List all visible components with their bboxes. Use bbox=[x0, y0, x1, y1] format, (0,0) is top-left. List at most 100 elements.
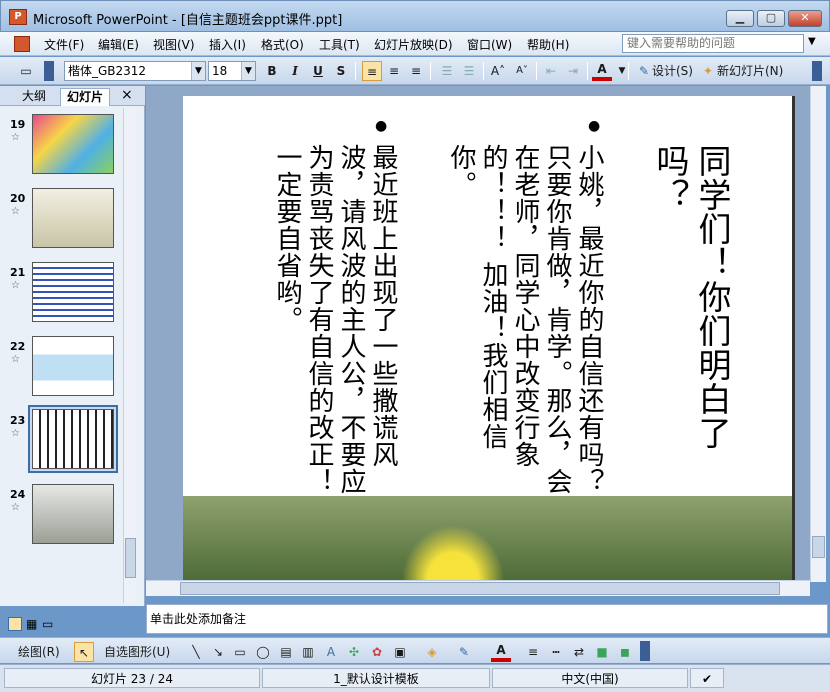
arrow-icon[interactable]: ↘ bbox=[208, 642, 228, 662]
increase-indent-icon[interactable]: ⇥ bbox=[563, 61, 583, 81]
numbering-icon[interactable]: ☰ bbox=[437, 61, 457, 81]
bullets-icon[interactable]: ☰ bbox=[459, 61, 479, 81]
view-buttons: ▦ ▭ bbox=[8, 617, 138, 633]
underline-button[interactable]: U bbox=[308, 61, 328, 81]
font-select[interactable]: 楷体_GB2312 ▼ bbox=[64, 61, 206, 81]
increase-font-icon[interactable]: A˄ bbox=[488, 61, 508, 81]
line-color-icon[interactable]: ✎ bbox=[454, 642, 474, 662]
horizontal-scrollbar[interactable] bbox=[146, 580, 810, 596]
current-slide[interactable]: 同学们！你们明白了吗？ ● 小姚，最近你的自信还有吗？只要你肯做，肯学。那么，会… bbox=[183, 96, 795, 582]
slide-number: 24 bbox=[10, 488, 26, 501]
chevron-down-icon[interactable]: ▼ bbox=[241, 62, 255, 80]
textbox-icon[interactable]: ▤ bbox=[276, 642, 296, 662]
dash-style-icon[interactable]: ┅ bbox=[546, 642, 566, 662]
slide-thumbnail-23[interactable] bbox=[32, 409, 114, 469]
chevron-down-icon[interactable]: ▼ bbox=[612, 61, 632, 81]
slide-number: 19 bbox=[10, 118, 26, 131]
decrease-font-icon[interactable]: A˅ bbox=[512, 61, 532, 81]
slide-thumbnail-22[interactable] bbox=[32, 336, 114, 396]
spelling-check-icon[interactable]: ✔ bbox=[690, 668, 724, 688]
new-document-icon[interactable]: ▭ bbox=[16, 61, 36, 81]
horizontal-scroll-thumb[interactable] bbox=[180, 582, 780, 595]
3d-style-icon[interactable]: ◼ bbox=[615, 642, 635, 662]
decrease-indent-icon[interactable]: ⇤ bbox=[541, 61, 561, 81]
slideshow-view-icon[interactable]: ▭ bbox=[42, 617, 53, 631]
bold-button[interactable]: B bbox=[262, 61, 282, 81]
menu-view[interactable]: 视图(V) bbox=[153, 36, 195, 53]
clipart-icon[interactable]: ✿ bbox=[367, 642, 387, 662]
help-dropdown-icon[interactable]: ▼ bbox=[808, 36, 816, 47]
minimize-button[interactable]: ▁ bbox=[726, 10, 754, 27]
powerpoint-app-icon[interactable]: P bbox=[9, 9, 27, 25]
close-button[interactable]: ✕ bbox=[788, 10, 822, 27]
slide-thumbnail-24[interactable] bbox=[32, 484, 114, 544]
menu-window[interactable]: 窗口(W) bbox=[467, 36, 512, 53]
shadow-style-icon[interactable]: ■ bbox=[592, 642, 612, 662]
draw-menu-button[interactable]: 绘图(R) bbox=[18, 642, 60, 662]
panel-tabs: 大纲 幻灯片 × bbox=[0, 86, 145, 106]
slide-thumbnail-20[interactable] bbox=[32, 188, 114, 248]
toolbar-separator bbox=[483, 62, 484, 80]
slide-bullet-2[interactable]: 最近班上出现了一些撒谎风波，请风波的主人公，不要应为责骂丧失了有自信的改正！一定… bbox=[271, 144, 399, 496]
toolbar-separator bbox=[587, 62, 588, 80]
slide-sorter-icon[interactable]: ▦ bbox=[26, 617, 37, 631]
line-style-icon[interactable]: ≡ bbox=[523, 642, 543, 662]
chevron-down-icon[interactable]: ▼ bbox=[191, 62, 205, 80]
align-right-button[interactable]: ≡ bbox=[406, 61, 426, 81]
italic-button[interactable]: I bbox=[285, 61, 305, 81]
help-search-input[interactable]: 键入需要帮助的问题 bbox=[622, 34, 804, 53]
slide-edit-area[interactable]: 同学们！你们明白了吗？ ● 小姚，最近你的自信还有吗？只要你肯做，肯学。那么，会… bbox=[146, 86, 810, 582]
menu-file[interactable]: 文件(F) bbox=[44, 36, 84, 53]
new-slide-button[interactable]: 新幻灯片(N) bbox=[717, 61, 783, 81]
arrow-style-icon[interactable]: ⇄ bbox=[569, 642, 589, 662]
autoshapes-button[interactable]: 自选图形(U) bbox=[104, 642, 170, 662]
maximize-button[interactable]: ▢ bbox=[757, 10, 785, 27]
toolbar-options-icon[interactable] bbox=[640, 641, 650, 661]
draw-font-color-button[interactable]: A bbox=[491, 642, 511, 662]
fill-color-icon[interactable]: ◈ bbox=[422, 642, 442, 662]
menu-format[interactable]: 格式(O) bbox=[261, 36, 304, 53]
tab-outline[interactable]: 大纲 bbox=[16, 88, 52, 106]
slide-title[interactable]: 同学们！你们明白了吗？ bbox=[649, 144, 733, 474]
slide-thumbnail-19[interactable] bbox=[32, 114, 114, 174]
select-pointer-icon[interactable]: ↖ bbox=[74, 642, 94, 662]
wordart-icon[interactable]: A bbox=[321, 642, 341, 662]
notes-pane[interactable]: 单击此处添加备注 bbox=[146, 604, 828, 634]
oval-icon[interactable]: ◯ bbox=[253, 642, 273, 662]
line-icon[interactable]: ╲ bbox=[186, 642, 206, 662]
picture-icon[interactable]: ▣ bbox=[390, 642, 410, 662]
selected-slide-frame[interactable] bbox=[28, 405, 118, 473]
menu-edit[interactable]: 编辑(E) bbox=[98, 36, 139, 53]
slide-thumbnail-21[interactable] bbox=[32, 262, 114, 322]
toolbar-separator bbox=[430, 62, 431, 80]
tab-slides[interactable]: 幻灯片 bbox=[60, 88, 111, 106]
document-icon[interactable] bbox=[14, 36, 30, 52]
toolbar-options-icon[interactable] bbox=[812, 61, 822, 81]
menu-help[interactable]: 帮助(H) bbox=[527, 36, 569, 53]
shadow-button[interactable]: S bbox=[331, 61, 351, 81]
close-panel-icon[interactable]: × bbox=[121, 87, 133, 103]
align-left-button[interactable]: ≡ bbox=[362, 61, 382, 81]
font-select-value: 楷体_GB2312 bbox=[68, 64, 147, 78]
font-color-button[interactable]: A bbox=[592, 61, 612, 81]
menu-tools[interactable]: 工具(T) bbox=[319, 36, 360, 53]
vertical-scrollbar[interactable] bbox=[810, 86, 826, 582]
menu-slideshow[interactable]: 幻灯片放映(D) bbox=[374, 36, 453, 53]
new-slide-icon: ✦ bbox=[702, 64, 714, 78]
menu-insert[interactable]: 插入(I) bbox=[209, 36, 246, 53]
slide-number: 21 bbox=[10, 266, 26, 279]
vertical-scroll-thumb[interactable] bbox=[812, 536, 825, 558]
formatting-toolbar: ▭ 楷体_GB2312 ▼ 18 ▼ B I U S ≡ ≡ ≡ ☰ ☰ A˄ … bbox=[0, 57, 830, 85]
diagram-icon[interactable]: ✣ bbox=[344, 642, 364, 662]
panel-scroll-thumb[interactable] bbox=[125, 538, 136, 578]
align-center-button[interactable]: ≡ bbox=[384, 61, 404, 81]
design-button[interactable]: 设计(S) bbox=[652, 61, 693, 81]
font-size-select[interactable]: 18 ▼ bbox=[208, 61, 256, 81]
toolbar-options-icon[interactable] bbox=[44, 61, 54, 81]
normal-view-icon[interactable] bbox=[8, 617, 22, 631]
rectangle-icon[interactable]: ▭ bbox=[230, 642, 250, 662]
vertical-textbox-icon[interactable]: ▥ bbox=[298, 642, 318, 662]
slide-number: 22 bbox=[10, 340, 26, 353]
panel-scrollbar[interactable] bbox=[123, 108, 137, 603]
slide-bullet-1[interactable]: 小姚，最近你的自信还有吗？只要你肯做，肯学。那么，会在老师，同学心中改变行象的！… bbox=[445, 144, 605, 496]
